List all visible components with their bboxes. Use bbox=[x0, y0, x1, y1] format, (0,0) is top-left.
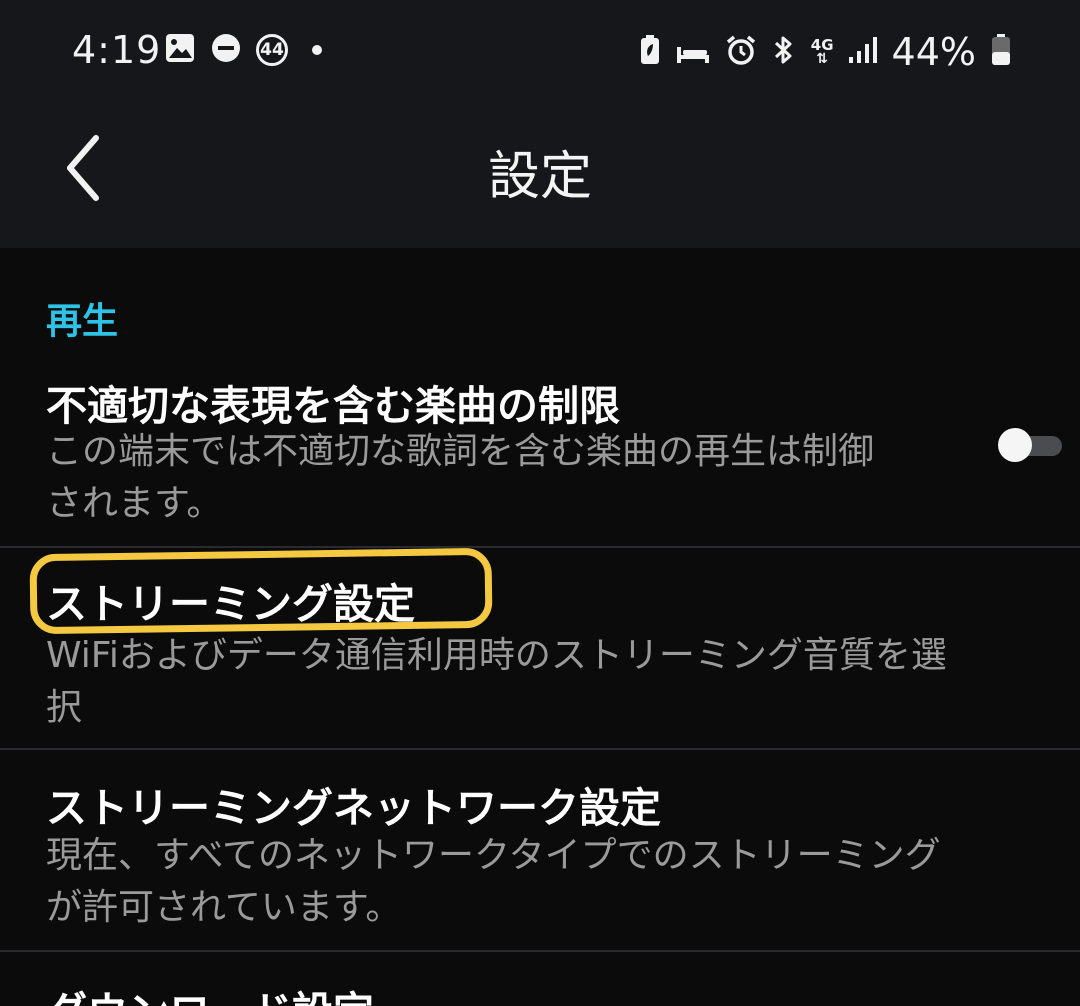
battery-saver-icon bbox=[639, 34, 661, 70]
alarm-icon bbox=[725, 34, 757, 70]
gallery-icon bbox=[164, 32, 196, 68]
item-title: ダウンロード設定 bbox=[46, 978, 374, 1006]
signal-icon bbox=[848, 35, 878, 69]
top-bar: 4:19 44 4G ⇅ 44% 設定 bbox=[0, 0, 1080, 248]
download-settings-item[interactable]: ダウンロード設定 bbox=[0, 952, 1080, 1006]
item-title: ストリーミングネットワーク設定 bbox=[46, 784, 661, 832]
app-bar: 設定 bbox=[0, 100, 1080, 248]
streaming-network-settings-item[interactable]: ストリーミングネットワーク設定 現在、すべてのネットワークタイプでのストリーミン… bbox=[0, 750, 1080, 950]
battery-icon bbox=[990, 33, 1012, 71]
status-left-icons: 44 bbox=[164, 32, 322, 68]
settings-screen: 4:19 44 4G ⇅ 44% 設定 再生 不適切な表現を含む楽曲の制限 この… bbox=[0, 0, 1080, 1006]
status-bar: 4:19 44 4G ⇅ 44% bbox=[0, 0, 1080, 100]
bluetooth-icon bbox=[771, 34, 797, 70]
network-4g-icon: 4G ⇅ bbox=[810, 36, 834, 67]
item-subtitle: この端末では不適切な歌詞を含む楽曲の再生は制御 されます。 bbox=[46, 431, 875, 524]
item-title: 不適切な表現を含む楽曲の制限 bbox=[46, 382, 620, 430]
sleep-mode-icon bbox=[675, 35, 711, 69]
dnd-icon bbox=[210, 32, 242, 68]
highlight-annotation bbox=[29, 547, 493, 635]
section-header-playback: 再生 bbox=[46, 301, 119, 342]
more-notifications-dot bbox=[312, 45, 322, 55]
toggle-thumb bbox=[998, 428, 1032, 462]
explicit-content-restriction-item[interactable]: 不適切な表現を含む楽曲の制限 この端末では不適切な歌詞を含む楽曲の再生は制御 さ… bbox=[0, 360, 1080, 546]
status-time: 4:19 bbox=[72, 28, 162, 72]
item-subtitle: WiFiおよびデータ通信利用時のストリーミング音質を選 択 bbox=[46, 635, 947, 728]
notification-count-badge: 44 bbox=[256, 34, 288, 66]
explicit-content-toggle[interactable] bbox=[998, 428, 1064, 462]
item-subtitle: 現在、すべてのネットワークタイプでのストリーミング が許可されています。 bbox=[46, 835, 941, 928]
battery-percent: 44% bbox=[891, 30, 976, 74]
page-title: 設定 bbox=[487, 147, 592, 207]
status-right-icons: 4G ⇅ 44% bbox=[639, 30, 1012, 74]
